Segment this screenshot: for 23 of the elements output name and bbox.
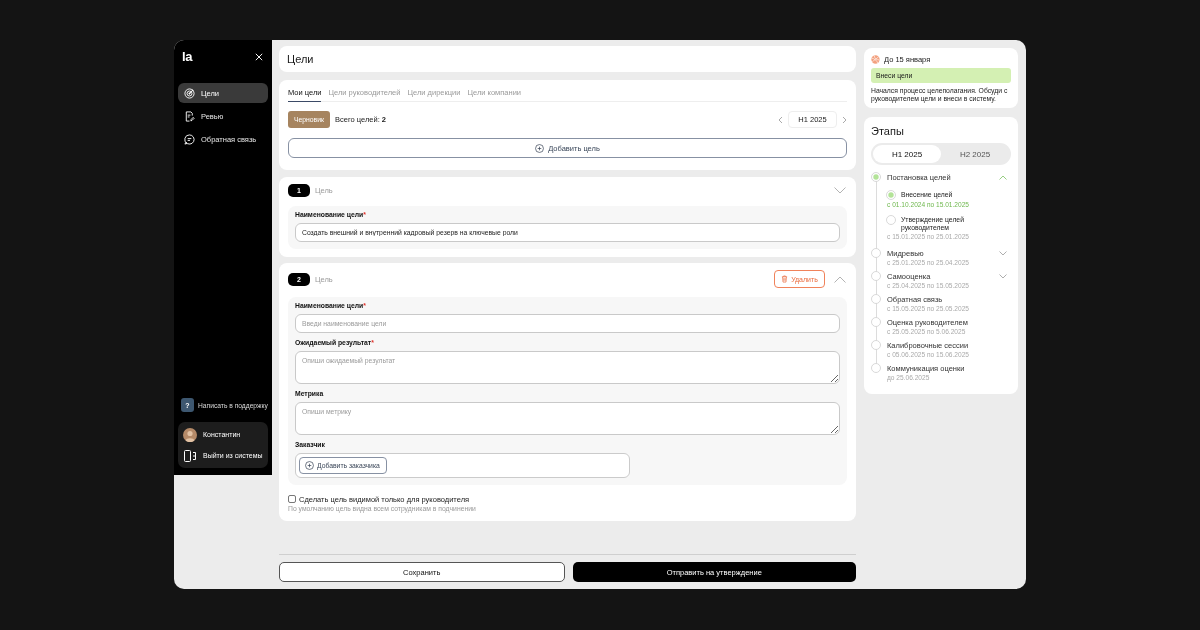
chevron-up-icon[interactable] [834,275,846,283]
plus-circle-icon [305,461,314,470]
logo: la [182,50,193,64]
stages-title: Этапы [871,125,905,138]
ball-icon [871,54,880,64]
chevron-down-icon[interactable] [999,250,1007,256]
logout-icon [183,448,197,463]
checkbox[interactable] [288,495,296,503]
avatar-icon [183,427,197,442]
chevron-down-icon[interactable] [999,273,1007,279]
document-icon [184,110,195,122]
period-tab[interactable]: Н2 2025 [941,145,1009,163]
trash-icon [781,275,789,283]
chevron-up-icon[interactable] [999,174,1007,180]
target-icon [184,87,195,99]
chevron-right-icon[interactable] [842,115,847,124]
close-icon[interactable] [255,53,263,61]
chevron-down-icon[interactable] [834,187,846,194]
chevron-left-icon[interactable] [778,115,783,124]
plus-circle-icon [535,143,545,153]
period-tab[interactable]: Н1 2025 [873,145,941,163]
chat-icon [184,133,195,145]
page-title: Цели [287,53,314,65]
